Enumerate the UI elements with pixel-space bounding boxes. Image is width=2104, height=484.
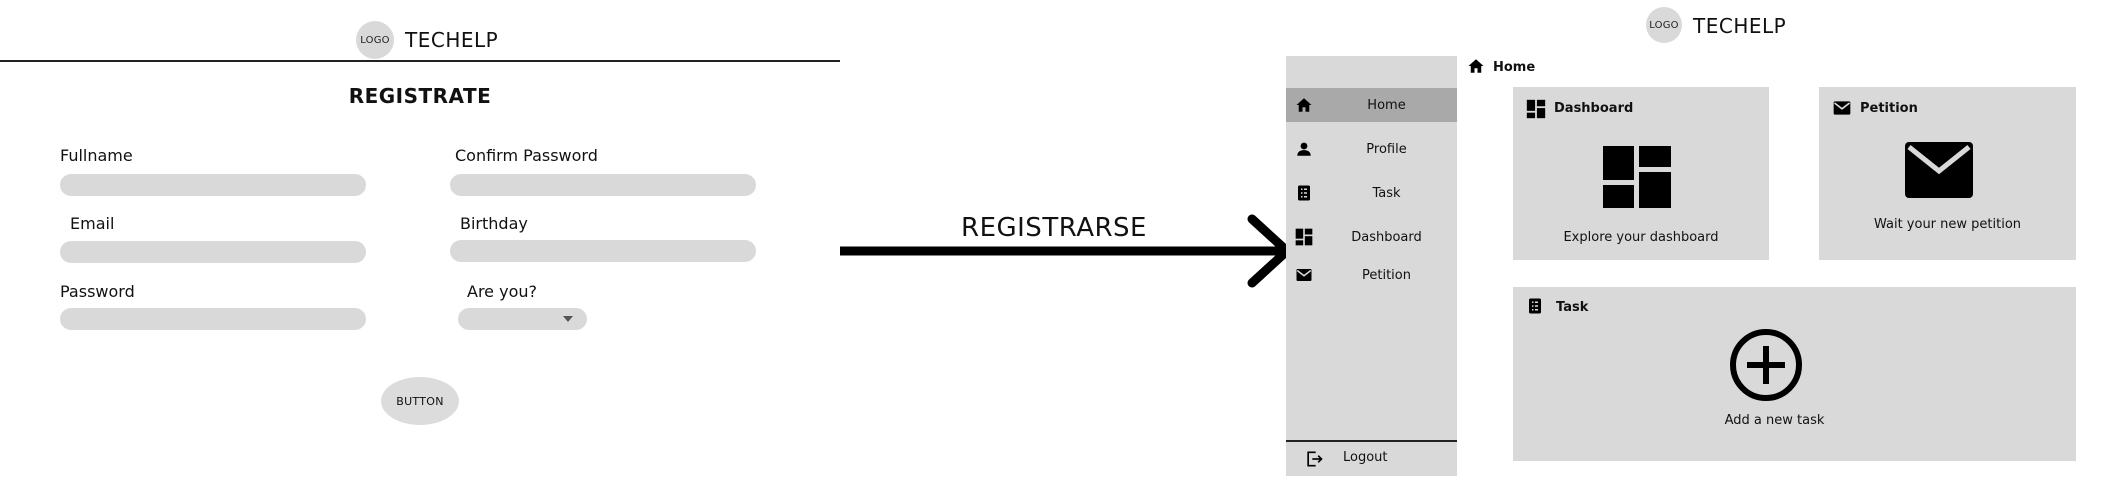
sidebar-item-label: Dashboard xyxy=(1351,229,1422,245)
dashboard-icon xyxy=(1525,98,1547,124)
logo-text: LOGO xyxy=(1649,19,1679,31)
are-you-select[interactable] xyxy=(458,308,587,330)
birthday-label: Birthday xyxy=(460,214,528,233)
birthday-input[interactable] xyxy=(450,240,756,262)
logout-icon xyxy=(1304,449,1324,473)
chevron-down-icon xyxy=(563,316,573,322)
task-icon xyxy=(1526,297,1544,319)
dashboard-large-icon xyxy=(1603,146,1671,212)
confirm-password-label: Confirm Password xyxy=(455,146,598,165)
sidebar: Home Profile Task Dashboard Petition Log… xyxy=(1286,56,1457,476)
sidebar-item-label: Profile xyxy=(1366,141,1407,157)
logo: LOGO xyxy=(1646,7,1682,43)
logout-label: Logout xyxy=(1343,450,1388,465)
page-title: REGISTRATE xyxy=(348,84,492,108)
home-icon xyxy=(1467,57,1485,79)
password-input[interactable] xyxy=(60,308,366,330)
dashboard-icon xyxy=(1294,227,1314,247)
card-caption: Explore your dashboard xyxy=(1563,230,1719,245)
card-caption: Wait your new petition xyxy=(1873,217,2022,232)
sidebar-item-task[interactable]: Task xyxy=(1286,176,1457,210)
email-label: Email xyxy=(70,214,115,233)
header-divider xyxy=(0,60,840,62)
mail-large-icon xyxy=(1905,142,1973,202)
task-card[interactable]: Task Add a new task xyxy=(1513,287,2076,461)
brand-name: TECHELP xyxy=(1693,14,1787,38)
sidebar-item-home[interactable]: Home xyxy=(1286,88,1457,122)
submit-button[interactable]: BUTTON xyxy=(381,377,459,425)
submit-button-label: BUTTON xyxy=(396,394,444,408)
sidebar-item-profile[interactable]: Profile xyxy=(1286,132,1457,166)
sidebar-item-label: Petition xyxy=(1362,267,1411,283)
register-screen: LOGO TECHELP REGISTRATE Fullname Email P… xyxy=(0,0,840,484)
task-icon xyxy=(1294,183,1314,203)
card-title: Petition xyxy=(1860,101,1918,116)
brand-name: TECHELP xyxy=(405,28,499,52)
fullname-input[interactable] xyxy=(60,174,366,196)
person-icon xyxy=(1294,139,1314,159)
are-you-label: Are you? xyxy=(467,282,537,301)
add-circle-icon[interactable] xyxy=(1729,328,1803,406)
breadcrumb[interactable]: Home xyxy=(1493,60,1535,75)
card-caption: Add a new task xyxy=(1724,413,1825,428)
sidebar-item-label: Home xyxy=(1367,97,1406,113)
logo: LOGO xyxy=(356,21,394,59)
mail-icon xyxy=(1294,265,1314,285)
email-input[interactable] xyxy=(60,241,366,263)
sidebar-item-label: Task xyxy=(1372,185,1401,201)
password-label: Password xyxy=(60,282,135,301)
sidebar-item-dashboard[interactable]: Dashboard xyxy=(1286,220,1457,254)
fullname-label: Fullname xyxy=(60,146,133,165)
dashboard-card[interactable]: Dashboard Explore your dashboard xyxy=(1513,87,1769,260)
confirm-password-input[interactable] xyxy=(450,174,756,196)
card-title: Dashboard xyxy=(1554,101,1634,116)
flow-arrow xyxy=(840,214,1292,288)
logo-text: LOGO xyxy=(360,34,390,46)
logout-button[interactable]: Logout xyxy=(1286,444,1457,474)
home-icon xyxy=(1294,95,1314,115)
sidebar-item-petition[interactable]: Petition xyxy=(1286,258,1457,292)
petition-card[interactable]: Petition Wait your new petition xyxy=(1819,87,2076,260)
sidebar-divider xyxy=(1286,440,1457,442)
mail-icon xyxy=(1832,98,1852,122)
card-title: Task xyxy=(1556,300,1589,315)
